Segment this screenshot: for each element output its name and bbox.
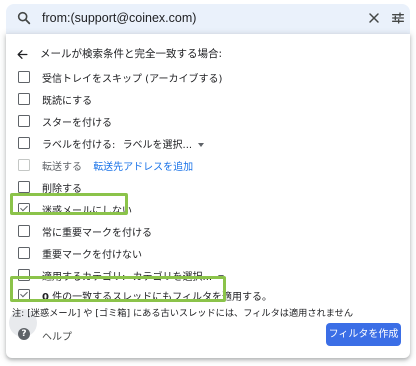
dropdown-caret-icon bbox=[198, 143, 205, 147]
create-filter-button[interactable]: フィルタを作成 bbox=[326, 323, 401, 346]
never-spam-label: 迷惑メールにしない bbox=[42, 206, 132, 217]
category-select-value: カテゴリを選択... bbox=[132, 272, 213, 283]
option-forward[interactable]: 転送する 転送先アドレスを追加 bbox=[18, 158, 398, 174]
category-label: 適用するカテゴリ: bbox=[42, 272, 126, 283]
help-label: ヘルプ bbox=[42, 332, 72, 343]
never-important-checkbox[interactable] bbox=[18, 247, 30, 259]
option-delete[interactable]: 削除する bbox=[18, 180, 398, 196]
option-mark-read[interactable]: 既読にする bbox=[18, 92, 398, 108]
delete-checkbox[interactable] bbox=[18, 181, 30, 193]
skip-inbox-checkbox[interactable] bbox=[18, 71, 30, 83]
filter-note: 注: [迷惑メール] や [ゴミ箱] にある古いスレッドには、フィルタは適用され… bbox=[12, 308, 354, 319]
search-icon[interactable] bbox=[16, 10, 32, 30]
option-never-spam[interactable]: 迷惑メールにしない bbox=[18, 202, 398, 218]
dropdown-caret-icon bbox=[218, 275, 225, 279]
option-never-important[interactable]: 重要マークを付けない bbox=[18, 246, 398, 262]
search-options-icon[interactable] bbox=[390, 10, 406, 30]
match-count: 0 bbox=[42, 292, 49, 303]
option-apply-label[interactable]: ラベルを付ける: ラベルを選択... bbox=[18, 136, 398, 152]
close-icon[interactable] bbox=[366, 10, 382, 30]
filter-panel: メールが検索条件と完全一致する場合: 受信トレイをスキップ (アーカイブする) … bbox=[6, 34, 410, 358]
category-select-dropdown[interactable]: カテゴリを選択... bbox=[133, 268, 225, 283]
delete-label: 削除する bbox=[42, 184, 82, 195]
star-checkbox[interactable] bbox=[18, 115, 30, 127]
option-star[interactable]: スターを付ける bbox=[18, 114, 398, 130]
option-category[interactable]: 適用するカテゴリ: カテゴリを選択... bbox=[18, 268, 398, 284]
search-input[interactable]: from:(support@coinex.com) bbox=[42, 11, 196, 25]
apply-existing-checkbox[interactable] bbox=[18, 289, 30, 301]
always-important-checkbox[interactable] bbox=[18, 225, 30, 237]
apply-label-checkbox[interactable] bbox=[18, 137, 30, 149]
back-arrow-icon[interactable] bbox=[16, 46, 29, 65]
help-icon: ? bbox=[18, 328, 30, 340]
always-important-label: 常に重要マークを付ける bbox=[42, 228, 152, 239]
apply-label-label: ラベルを付ける: bbox=[42, 140, 116, 151]
skip-inbox-label: 受信トレイをスキップ (アーカイブする) bbox=[42, 74, 223, 85]
filter-header-text: メールが検索条件と完全一致する場合: bbox=[40, 48, 223, 60]
label-select-dropdown[interactable]: ラベルを選択... bbox=[123, 136, 205, 151]
never-important-label: 重要マークを付けない bbox=[42, 250, 142, 261]
category-checkbox[interactable] bbox=[18, 269, 30, 281]
mark-read-label: 既読にする bbox=[42, 96, 93, 107]
label-select-value: ラベルを選択... bbox=[122, 140, 193, 151]
apply-existing-label: 件の一致するスレッドにもフィルタを適用する。 bbox=[48, 292, 272, 303]
forward-checkbox[interactable] bbox=[18, 159, 30, 171]
search-bar[interactable]: from:(support@coinex.com) bbox=[6, 4, 410, 34]
add-forwarding-address-link[interactable]: 転送先アドレスを追加 bbox=[93, 162, 193, 173]
option-skip-inbox[interactable]: 受信トレイをスキップ (アーカイブする) bbox=[18, 70, 398, 86]
option-always-important[interactable]: 常に重要マークを付ける bbox=[18, 224, 398, 240]
option-apply-existing[interactable]: 0 件の一致するスレッドにもフィルタを適用する。 bbox=[18, 288, 398, 304]
mark-read-checkbox[interactable] bbox=[18, 93, 30, 105]
forward-label: 転送する bbox=[42, 162, 82, 173]
never-spam-checkbox[interactable] bbox=[18, 203, 30, 215]
star-label: スターを付ける bbox=[42, 118, 112, 129]
filter-header: メールが検索条件と完全一致する場合: bbox=[16, 45, 396, 61]
